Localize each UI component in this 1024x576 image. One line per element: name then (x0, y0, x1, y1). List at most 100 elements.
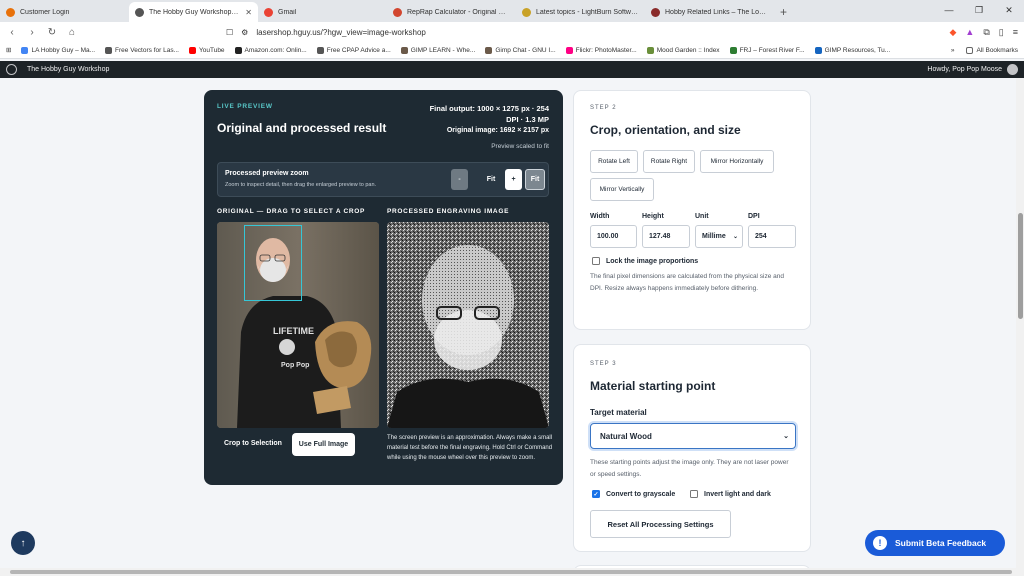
browser-tab[interactable]: Latest topics - LightBurn Software Fo (516, 2, 645, 22)
site-name-link[interactable]: The Hobby Guy Workshop (27, 66, 109, 73)
zoom-out-button[interactable]: - (451, 169, 468, 190)
brave-rewards-icon[interactable]: ▲ (965, 27, 974, 38)
zoom-fit-button[interactable]: Fit (525, 169, 545, 190)
bookmark-item[interactable]: GIMP Resources, Tu... (814, 46, 890, 54)
bookmark-icon[interactable]: ☐ (226, 28, 233, 37)
bookmark-favicon-icon (21, 46, 29, 54)
bookmark-label: Mood Garden :: Index (656, 46, 720, 54)
zoom-in-button[interactable]: + (505, 169, 522, 190)
bookmark-favicon-icon (485, 46, 493, 54)
processed-photo (387, 222, 549, 428)
zoom-hint: Zoom to inspect detail, then drag the en… (225, 182, 377, 188)
tab-title: Gmail (278, 8, 297, 16)
new-tab-button[interactable]: + (774, 2, 793, 22)
bookmark-label: LA Hobby Guy – Ma... (31, 46, 96, 54)
favicon-icon (522, 7, 531, 17)
grayscale-label: Convert to grayscale (606, 490, 676, 498)
dpi-input[interactable]: 254 (748, 225, 796, 248)
unit-select[interactable]: Millime ⌄ (695, 225, 743, 248)
more-bookmarks-icon[interactable]: » (951, 47, 955, 54)
mirror-horizontally-button[interactable]: Mirror Horizontally (700, 150, 774, 173)
maximize-icon[interactable]: ❐ (964, 0, 994, 22)
minimize-icon[interactable]: — (934, 0, 964, 22)
target-material-select[interactable]: Natural Wood ⌄ (590, 423, 796, 449)
height-label: Height (642, 213, 664, 220)
vertical-scroll-thumb[interactable] (1018, 213, 1023, 319)
account-menu[interactable]: Howdy, Pop Pop Moose (927, 64, 1018, 75)
url-field[interactable]: ☐ ⚙ lasershop.hguy.us/?hgw_view=image-wo… (226, 28, 806, 37)
vertical-scrollbar[interactable] (1016, 78, 1024, 569)
lock-proportions-row[interactable]: Lock the image proportions (592, 257, 698, 265)
bookmark-item[interactable]: Amazon.com: Onlin... (234, 46, 307, 54)
brave-shield-icon[interactable]: ◆ (950, 27, 957, 38)
reload-icon[interactable]: ↻ (46, 27, 58, 38)
processed-engraving-preview[interactable] (387, 222, 549, 428)
invert-checkbox[interactable] (690, 490, 698, 498)
bookmark-item[interactable]: YouTube (189, 46, 225, 54)
browser-tab[interactable]: Customer Login (0, 2, 129, 22)
shirt-print-lifetime: LIFETIME (273, 326, 314, 336)
close-window-icon[interactable]: ✕ (994, 0, 1024, 22)
browser-tab[interactable]: RepRap Calculator - Original Prusa 3D (387, 2, 516, 22)
grayscale-checkbox[interactable]: ✓ (592, 490, 600, 498)
favicon-icon (393, 7, 402, 17)
tab-title: RepRap Calculator - Original Prusa 3D (407, 8, 510, 16)
close-tab-icon[interactable]: ✕ (245, 8, 252, 17)
live-preview-eyebrow: LIVE PREVIEW (217, 103, 273, 110)
mirror-vertically-button[interactable]: Mirror Vertically (590, 178, 654, 201)
browser-tab-active[interactable]: The Hobby Guy Workshop – Ima ✕ (129, 2, 258, 22)
back-icon[interactable]: ‹ (6, 27, 18, 38)
step3-title: Material starting point (590, 379, 716, 393)
all-bookmarks[interactable]: All Bookmarks (966, 46, 1018, 54)
extensions-icon[interactable]: ⧉ (983, 27, 989, 38)
use-full-image-button[interactable]: Use Full Image (292, 433, 355, 456)
rotate-left-button[interactable]: Rotate Left (590, 150, 638, 173)
bookmark-item[interactable]: Flickr: PhotoMaster... (565, 46, 637, 54)
original-column-heading: ORIGINAL — DRAG TO SELECT A CROP (217, 208, 366, 215)
rotate-right-button[interactable]: Rotate Right (643, 150, 695, 173)
bookmark-item[interactable]: Mood Garden :: Index (646, 46, 720, 54)
bookmark-item[interactable]: Free CPAP Advice a... (316, 46, 391, 54)
bookmark-label: Gimp Chat - GNU I... (495, 46, 556, 54)
grayscale-row[interactable]: ✓ Convert to grayscale (592, 490, 675, 498)
step3-note: These starting points adjust the image o… (590, 459, 789, 478)
crop-to-selection-button[interactable]: Crop to Selection (224, 440, 282, 447)
bookmark-label: FRJ – Forest River F... (739, 46, 805, 54)
step3-card: STEP 3 Material starting point Target ma… (573, 344, 811, 552)
wordpress-logo-icon[interactable] (6, 64, 17, 75)
crop-selection-box[interactable] (244, 225, 302, 301)
step2-eyebrow: STEP 2 (590, 105, 617, 111)
horizontal-scroll-thumb[interactable] (10, 570, 1012, 574)
target-material-label: Target material (590, 408, 647, 417)
height-input[interactable]: 127.48 (642, 225, 690, 248)
menu-icon[interactable]: ≡ (1013, 27, 1018, 38)
dpi-label: DPI (748, 213, 760, 220)
step3-eyebrow: STEP 3 (590, 361, 617, 367)
bookmark-item[interactable]: GIMP LEARN - Whe... (400, 46, 475, 54)
bookmark-favicon-icon (729, 46, 737, 54)
submit-feedback-button[interactable]: ! Submit Beta Feedback (865, 530, 1005, 556)
window-controls: — ❐ ✕ (934, 0, 1024, 22)
bookmark-label: Free Vectors for Las... (115, 46, 179, 54)
browser-tab[interactable]: Gmail (258, 2, 387, 22)
bookmark-item[interactable]: FRJ – Forest River F... (729, 46, 805, 54)
browser-tab[interactable]: Hobby Related Links – The Louisiana (645, 2, 774, 22)
sidebar-icon[interactable]: ▯ (999, 27, 1004, 38)
site-info-icon[interactable]: ⚙ (241, 28, 248, 37)
scroll-to-top-button[interactable]: ↑ (11, 531, 35, 555)
bookmark-item[interactable]: Free Vectors for Las... (105, 46, 179, 54)
lock-proportions-checkbox[interactable] (592, 257, 600, 265)
forward-icon[interactable]: › (26, 27, 38, 38)
favicon-icon (264, 7, 273, 17)
reset-processing-button[interactable]: Reset All Processing Settings (590, 510, 731, 538)
width-input[interactable]: 100.00 (590, 225, 637, 248)
url-text[interactable]: lasershop.hguy.us/?hgw_view=image-worksh… (256, 28, 426, 37)
home-icon[interactable]: ⌂ (66, 27, 78, 38)
invert-row[interactable]: Invert light and dark (690, 490, 771, 498)
bookmark-item[interactable]: Gimp Chat - GNU I... (485, 46, 556, 54)
bookmark-item[interactable]: LA Hobby Guy – Ma... (21, 46, 96, 54)
original-image-crop-area[interactable]: LIFETIME Pop Pop (217, 222, 379, 428)
bookmark-favicon-icon (189, 46, 196, 54)
howdy-text: Howdy, Pop Pop Moose (927, 66, 1002, 73)
apps-icon[interactable]: ⊞ (6, 46, 11, 54)
